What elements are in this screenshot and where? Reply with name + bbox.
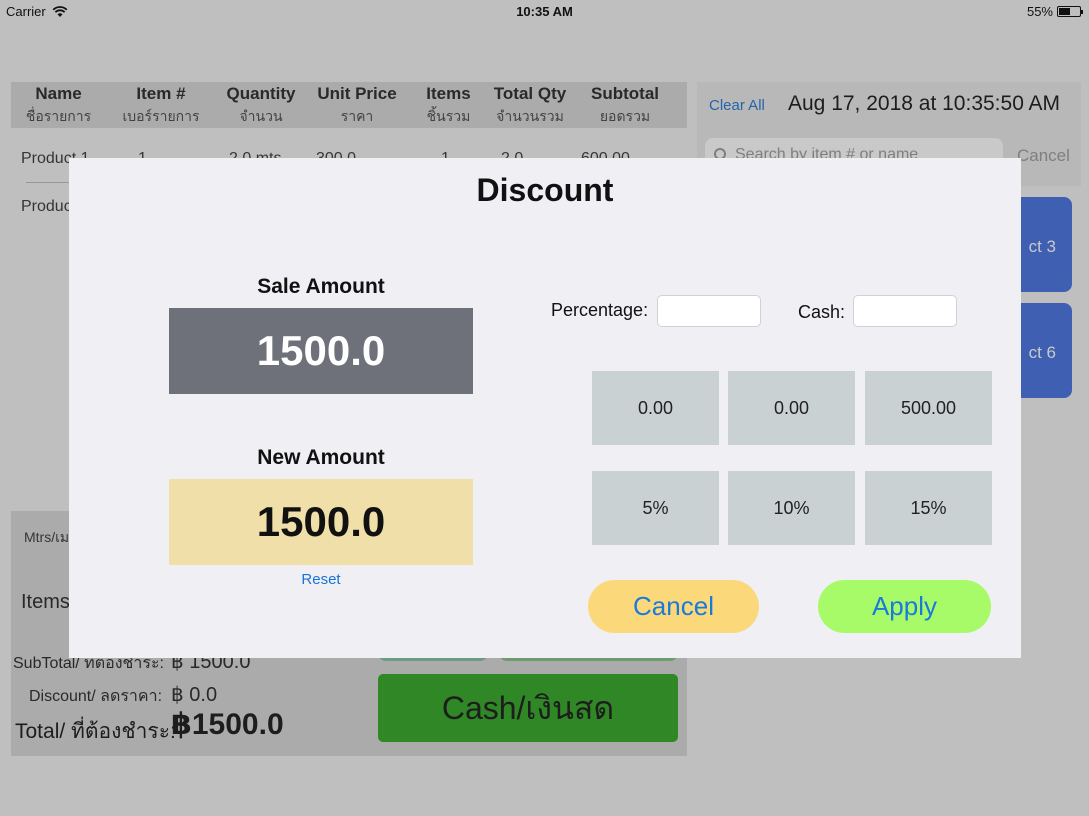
quick-amount-button[interactable]: 0.00 (728, 371, 855, 445)
quick-percent-button[interactable]: 10% (728, 471, 855, 545)
quick-amount-button[interactable]: 500.00 (865, 371, 992, 445)
apply-button[interactable]: Apply (818, 580, 991, 633)
quick-amount-button[interactable]: 0.00 (592, 371, 719, 445)
reset-button[interactable]: Reset (169, 571, 473, 588)
dialog-title: Discount (476, 172, 614, 208)
percentage-input[interactable] (657, 295, 761, 327)
percentage-label: Percentage: (551, 300, 649, 320)
quick-percent-button[interactable]: 15% (865, 471, 992, 545)
discount-dialog: Discount Sale Amount 1500.0 New Amount 1… (69, 158, 1021, 658)
cash-label: Cash: (798, 302, 846, 322)
sale-amount-value: 1500.0 (169, 308, 473, 394)
cash-input[interactable] (853, 295, 957, 327)
cancel-button[interactable]: Cancel (588, 580, 759, 633)
quick-percent-button[interactable]: 5% (592, 471, 719, 545)
new-amount-label: New Amount (257, 446, 385, 469)
sale-amount-label: Sale Amount (257, 275, 385, 298)
new-amount-value: 1500.0 (169, 479, 473, 565)
